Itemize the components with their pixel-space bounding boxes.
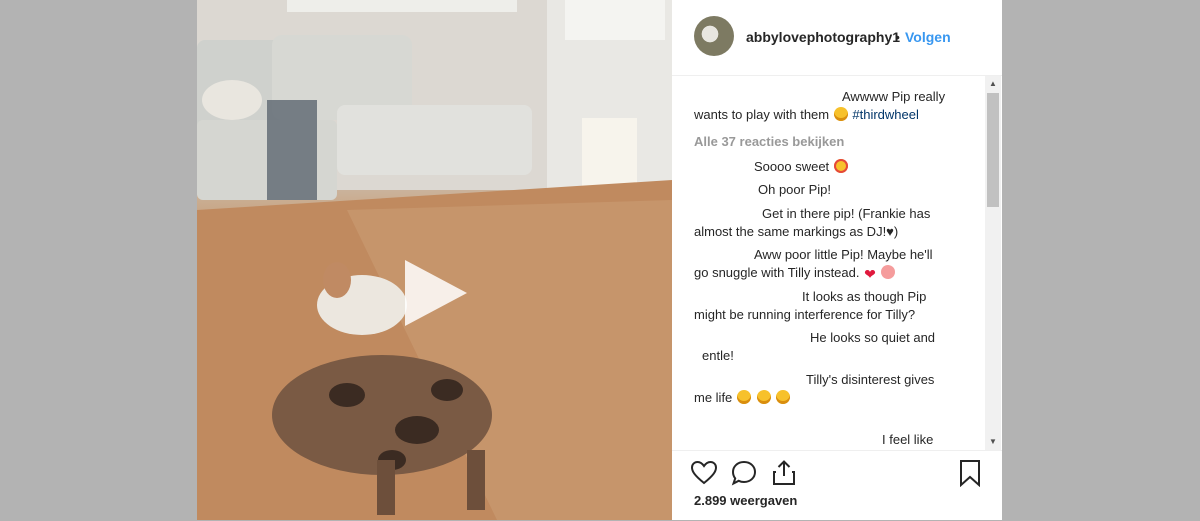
laughing-emoji-icon bbox=[756, 390, 771, 404]
view-count: 2.899 weergaven bbox=[694, 493, 798, 508]
list-item: He looks so quiet and bbox=[810, 329, 980, 347]
list-item: I feel like bbox=[882, 431, 982, 449]
list-item: It looks as though Pip bbox=[802, 288, 982, 306]
caption-text: Awwww Pip really bbox=[842, 89, 946, 104]
comment-text: Get in there pip! (Frankie has bbox=[762, 206, 931, 221]
heart-icon[interactable] bbox=[690, 459, 718, 487]
red-heart-emoji-icon: ❤ bbox=[864, 266, 876, 282]
comment-bubble-icon[interactable] bbox=[730, 459, 758, 487]
pig-emoji-icon bbox=[881, 265, 896, 279]
comments-list[interactable]: Awwww Pip really wants to play with them… bbox=[694, 76, 984, 450]
laughing-emoji-icon bbox=[776, 390, 791, 404]
bookmark-icon[interactable] bbox=[956, 459, 984, 487]
list-item: Soooo sweet bbox=[754, 158, 974, 176]
list-item: Tilly's disinterest gives bbox=[806, 371, 976, 389]
avatar[interactable] bbox=[694, 16, 734, 56]
comments-scrollbar[interactable]: ▲ ▼ bbox=[985, 76, 1001, 450]
list-item: Oh poor Pip! bbox=[758, 181, 978, 199]
list-item-cont: almost the same markings as DJ!♥) bbox=[694, 223, 964, 241]
scroll-up-icon[interactable]: ▲ bbox=[985, 76, 1001, 92]
comment-text: me life bbox=[694, 390, 733, 405]
list-item-cont: entle! bbox=[702, 347, 972, 365]
instagram-post: abbylovephotography1 • Volgen Awwww Pip … bbox=[197, 0, 1002, 520]
laughing-emoji-icon bbox=[736, 390, 751, 404]
list-item: Aww poor little Pip! Maybe he'll bbox=[754, 246, 984, 264]
list-item-cont: me life bbox=[694, 389, 964, 407]
comment-text: entle! bbox=[702, 348, 734, 363]
post-sidebar: abbylovephotography1 • Volgen Awwww Pip … bbox=[672, 0, 1002, 520]
comment-text: might be running interference for Tilly? bbox=[694, 307, 916, 322]
comment-text: Aww poor little Pip! Maybe he'll bbox=[754, 247, 933, 262]
comment-text: almost the same markings as DJ!♥) bbox=[694, 224, 899, 239]
scroll-thumb[interactable] bbox=[987, 93, 999, 207]
caption-line-2: wants to play with them #thirdwheel bbox=[694, 106, 964, 124]
view-all-comments-link[interactable]: Alle 37 reacties bekijken bbox=[694, 133, 844, 151]
share-icon[interactable] bbox=[770, 459, 798, 487]
star-struck-emoji-icon bbox=[833, 159, 848, 173]
follow-button[interactable]: Volgen bbox=[905, 29, 951, 45]
play-icon[interactable] bbox=[405, 260, 467, 326]
list-item-cont: go snuggle with Tilly instead. ❤ bbox=[694, 264, 964, 283]
comment-text: He looks so quiet and bbox=[810, 330, 936, 345]
username-link[interactable]: abbylovephotography1 bbox=[746, 29, 900, 45]
list-item-cont: might be running interference for Tilly? bbox=[694, 306, 984, 324]
comment-text: go snuggle with Tilly instead. bbox=[694, 265, 860, 280]
post-actions: 2.899 weergaven bbox=[672, 450, 1002, 521]
caption-line-1: Awwww Pip really bbox=[842, 88, 972, 106]
caption-text-2: wants to play with them bbox=[694, 107, 830, 122]
post-header: abbylovephotography1 • Volgen bbox=[672, 0, 1002, 76]
comment-text: It looks as though Pip bbox=[802, 289, 927, 304]
comment-text: Oh poor Pip! bbox=[758, 182, 831, 197]
comment-text: Tilly's disinterest gives bbox=[806, 372, 935, 387]
hashtag-link[interactable]: #thirdwheel bbox=[852, 107, 919, 122]
video-player[interactable] bbox=[197, 0, 672, 520]
scroll-down-icon[interactable]: ▼ bbox=[985, 434, 1001, 450]
comment-text: Soooo sweet bbox=[754, 159, 830, 174]
separator-dot: • bbox=[895, 29, 900, 45]
list-item: Get in there pip! (Frankie has bbox=[762, 205, 982, 223]
comment-text: I feel like bbox=[882, 432, 934, 447]
rofl-emoji-icon bbox=[833, 107, 848, 121]
